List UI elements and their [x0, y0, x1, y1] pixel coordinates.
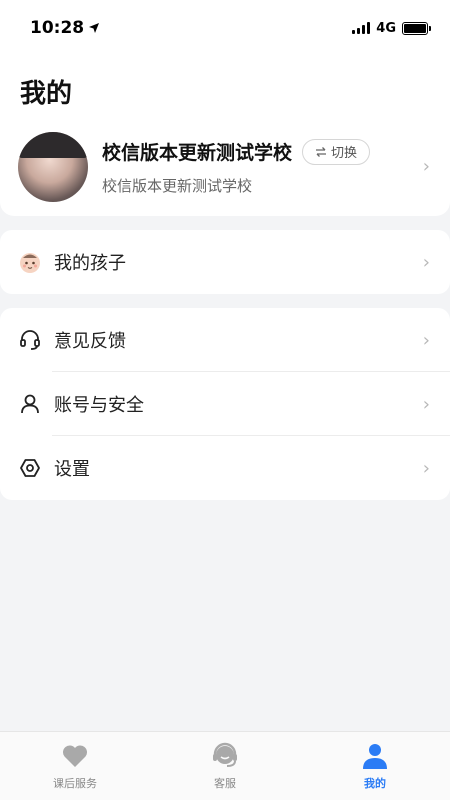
menu-label-account-security: 账号与安全: [54, 395, 144, 416]
chevron-right-icon: ›: [422, 329, 430, 351]
profile-card[interactable]: 校信版本更新测试学校 切换 校信版本更新测试学校 ›: [18, 132, 432, 202]
menu-item-feedback[interactable]: 意见反馈 ›: [0, 308, 450, 372]
tab-bar: 课后服务 客服 我的: [0, 731, 450, 800]
headset-icon: [211, 742, 239, 770]
settings-hexagon-icon: [18, 456, 42, 480]
switch-label: 切换: [331, 146, 358, 161]
chevron-right-icon: ›: [422, 457, 430, 479]
user-outline-icon: [18, 392, 42, 416]
settings-card: 意见反馈 › 账号与安全 › 设置 ›: [0, 308, 450, 500]
baby-face-icon: [18, 250, 42, 274]
tab-label: 客服: [214, 777, 236, 790]
heart-icon: [61, 742, 89, 770]
school-name: 校信版本更新测试学校: [102, 142, 293, 164]
tab-customer-service[interactable]: 客服: [150, 732, 300, 800]
menu-item-children[interactable]: 我的孩子 ›: [0, 230, 450, 294]
time-text: 10:28: [30, 18, 85, 38]
location-arrow-icon: [89, 23, 100, 33]
tab-after-school[interactable]: 课后服务: [0, 732, 150, 800]
avatar[interactable]: [18, 132, 88, 202]
school-row: 校信版本更新测试学校 切换: [102, 138, 432, 165]
status-indicators: 4G: [352, 20, 431, 36]
menu-label-feedback: 意见反馈: [54, 331, 126, 352]
user-icon: [361, 742, 389, 770]
network-type: 4G: [376, 20, 396, 36]
tab-label: 课后服务: [53, 777, 97, 790]
profile-header: 我的 校信版本更新测试学校 切换 校信版本更新测试学校 ›: [0, 56, 450, 216]
menu-item-settings[interactable]: 设置 ›: [0, 436, 450, 500]
switch-school-button[interactable]: 切换: [302, 138, 371, 165]
profile-text: 校信版本更新测试学校 切换 校信版本更新测试学校: [102, 138, 432, 196]
tab-mine[interactable]: 我的: [300, 732, 450, 800]
headset-icon: [18, 328, 42, 352]
status-bar: 10:28 4G: [0, 0, 450, 56]
children-card: 我的孩子 ›: [0, 230, 450, 294]
page-title: 我的: [20, 79, 73, 109]
chevron-right-icon: ›: [422, 156, 430, 177]
battery-icon: [402, 21, 431, 35]
signal-icon: [352, 22, 371, 34]
chevron-right-icon: ›: [422, 393, 430, 415]
tab-label: 我的: [364, 777, 386, 790]
status-time: 10:28: [30, 18, 100, 38]
school-subtitle: 校信版本更新测试学校: [102, 177, 253, 195]
menu-label-children: 我的孩子: [54, 253, 126, 274]
menu-label-settings: 设置: [54, 459, 90, 480]
menu-item-account-security[interactable]: 账号与安全 ›: [0, 372, 450, 436]
chevron-right-icon: ›: [422, 251, 430, 273]
swap-icon: [316, 146, 327, 157]
